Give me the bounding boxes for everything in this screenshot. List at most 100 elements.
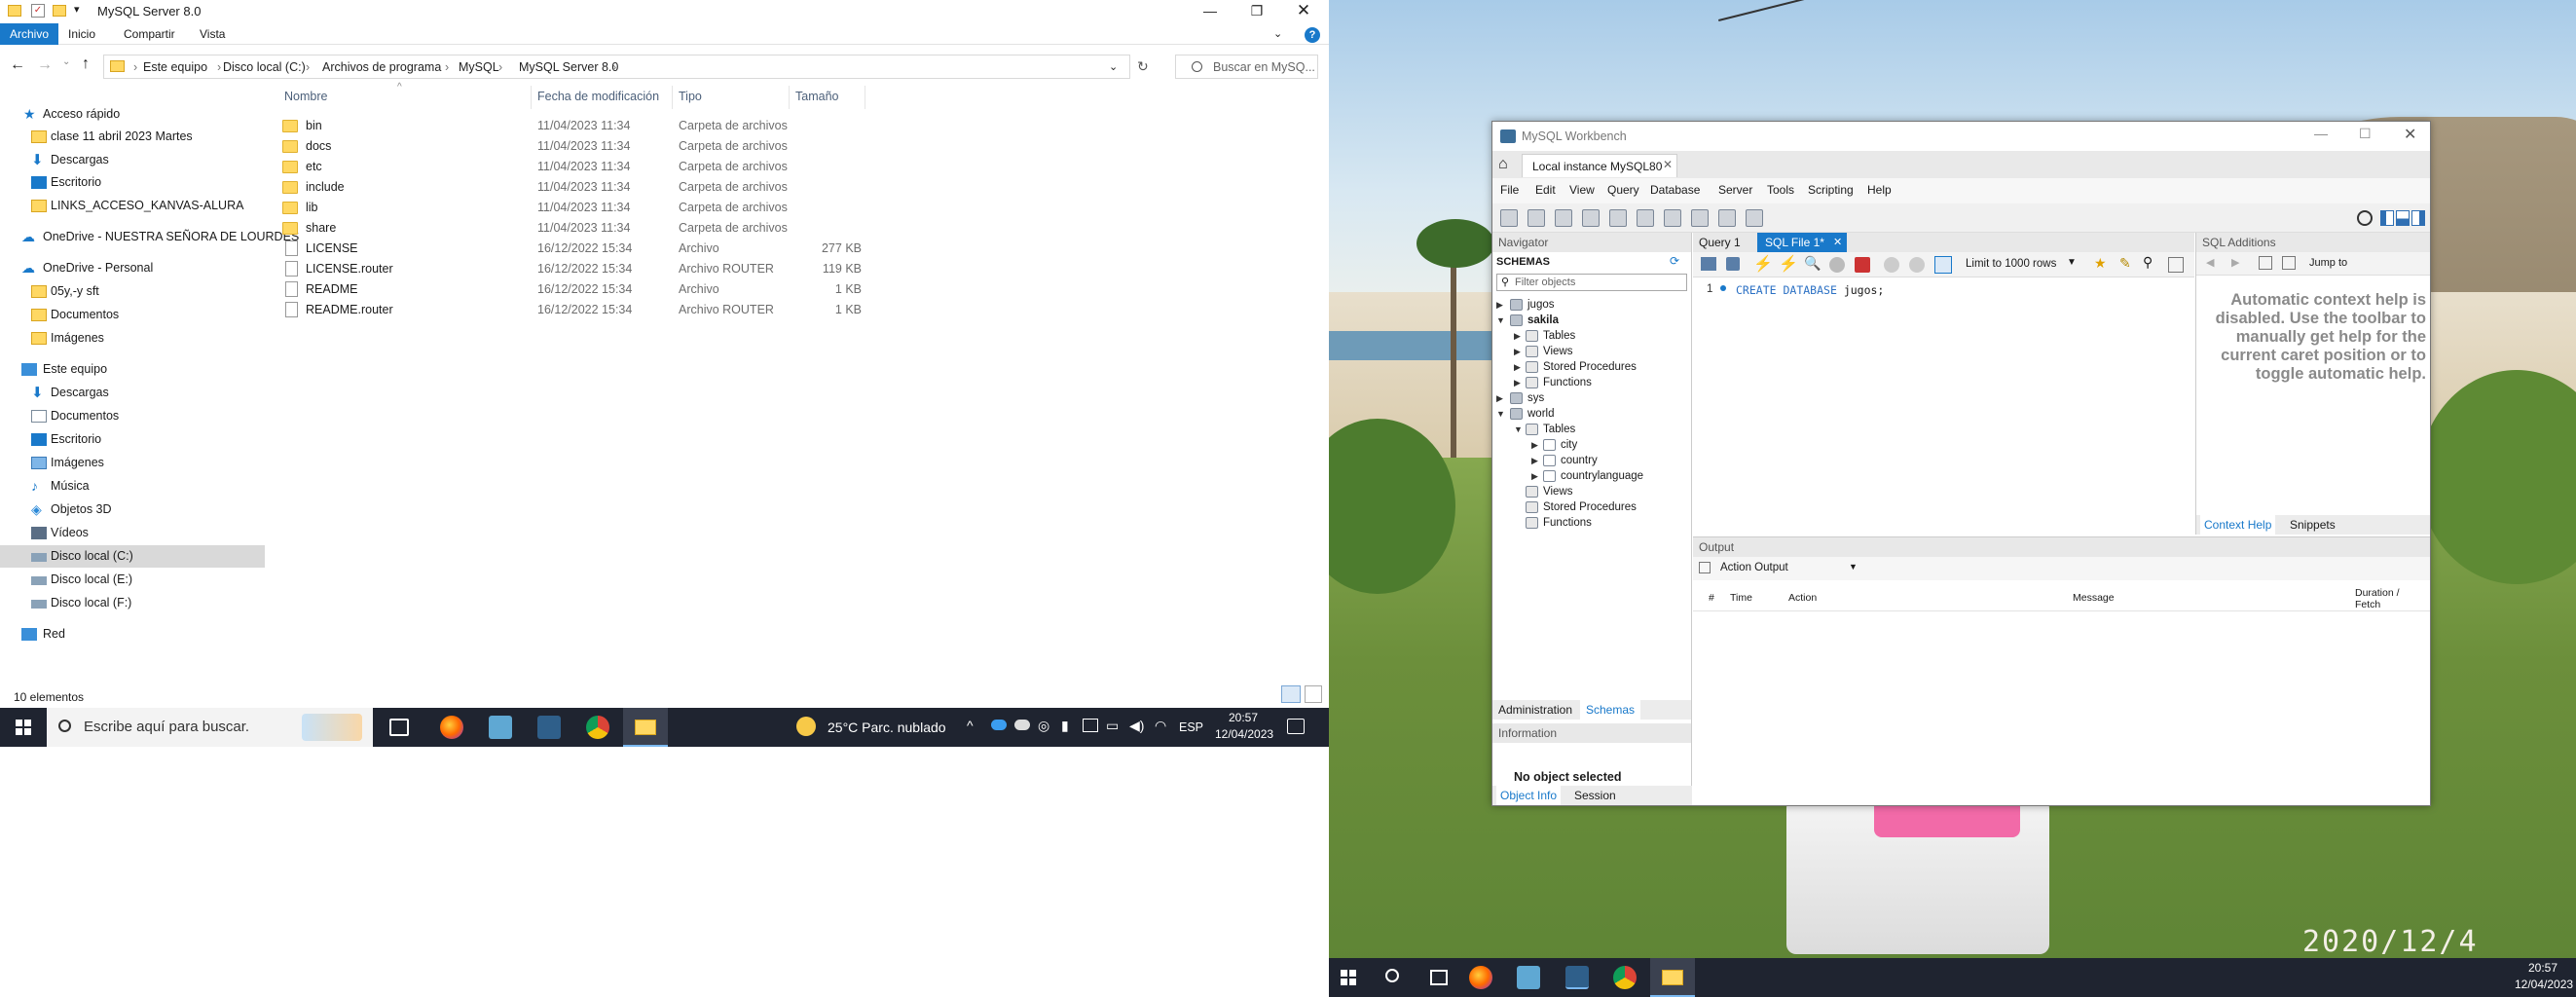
tab-inicio[interactable]: Inicio [58, 23, 105, 45]
nav-onedrive-personal[interactable]: ☁ OneDrive - Personal [0, 257, 265, 279]
breadcrumb-mysql-server[interactable]: MySQL Server 8.0 [519, 60, 618, 74]
home-icon[interactable]: ⌂ [1498, 156, 1508, 173]
close-button[interactable]: ✕ [1281, 0, 1326, 21]
file-explorer-taskbar-button[interactable] [1650, 958, 1695, 997]
expand-arrow-icon[interactable]: ▶ [1531, 453, 1538, 468]
nav-escritorio[interactable]: Escritorio [0, 428, 265, 451]
security-icon[interactable] [1083, 719, 1098, 732]
file-row[interactable]: README 16/12/2022 15:34 Archivo 1 KB [282, 279, 866, 300]
menu-database[interactable]: Database [1650, 183, 1700, 197]
stop-icon[interactable] [1829, 257, 1845, 273]
reconnect-icon[interactable] [1746, 209, 1763, 227]
create-table-icon[interactable] [1609, 209, 1627, 227]
breadcrumb-mysql[interactable]: MySQL [459, 60, 499, 74]
file-row[interactable]: include 11/04/2023 11:34 Carpeta de archiv… [282, 177, 866, 198]
file-explorer-taskbar-button[interactable] [623, 708, 668, 747]
collapse-arrow-icon[interactable]: ▼ [1496, 406, 1505, 422]
tab-local-instance[interactable]: Local instance MySQL80 ✕ [1522, 154, 1677, 177]
column-header-name[interactable]: Nombre [284, 90, 327, 103]
nav-documentos[interactable]: Documentos [0, 405, 265, 427]
expand-arrow-icon[interactable]: ▶ [1514, 375, 1521, 390]
close-tab-icon[interactable]: ✕ [1663, 158, 1673, 171]
file-row[interactable]: LICENSE.router 16/12/2022 15:34 Archivo RO… [282, 259, 866, 279]
file-row[interactable]: bin 11/04/2023 11:34 Carpeta de archivos [282, 116, 866, 136]
file-row[interactable]: etc 11/04/2023 11:34 Carpeta de archivos [282, 157, 866, 177]
create-procedure-icon[interactable] [1664, 209, 1681, 227]
expand-arrow-icon[interactable]: ▶ [1514, 344, 1521, 359]
file-row[interactable]: LICENSE 16/12/2022 15:34 Archivo 277 KB [282, 239, 866, 259]
tray-expand-icon[interactable]: ^ [967, 718, 974, 733]
breadcrumb-archivos-de-programa[interactable]: Archivos de programa [322, 60, 441, 74]
file-row[interactable]: docs 11/04/2023 11:34 Carpeta de archivos [282, 136, 866, 157]
add-snippet-icon[interactable]: ★ [2094, 255, 2107, 272]
firefox-icon[interactable] [1469, 966, 1492, 989]
toggle-sidebar-icon[interactable] [2380, 210, 2394, 226]
manual-help-icon[interactable] [2259, 256, 2272, 270]
notifications-icon[interactable] [1287, 719, 1305, 734]
toggle-error-icon[interactable] [1855, 257, 1870, 273]
tab-context-help[interactable]: Context Help [2200, 515, 2276, 535]
quick-access-dropdown-icon[interactable]: ▾ [74, 3, 80, 16]
column-divider[interactable] [789, 86, 790, 109]
expand-arrow-icon[interactable]: ▶ [1496, 297, 1503, 313]
column-divider[interactable] [531, 86, 532, 109]
settings-gear-icon[interactable] [2357, 210, 2373, 226]
col-time[interactable]: Time [1730, 592, 1752, 604]
maximize-button[interactable]: ☐ [2359, 126, 2372, 142]
menu-help[interactable]: Help [1867, 183, 1892, 197]
clock-time[interactable]: 20:57 [1229, 711, 1258, 724]
collapse-arrow-icon[interactable]: ▼ [1514, 422, 1523, 437]
nav-onedrive-lourdes[interactable]: ☁ OneDrive - NUESTRA SEÑORA DE LOURDES [0, 226, 299, 248]
beautify-icon[interactable]: ✎ [2119, 255, 2131, 272]
up-icon[interactable]: ↑ [82, 55, 90, 73]
notes-app-icon[interactable] [1517, 966, 1540, 989]
firefox-icon[interactable] [440, 716, 463, 739]
nav-objetos-3d[interactable]: ◈ Objetos 3D [0, 498, 265, 521]
filter-objects-input[interactable]: ⚲ Filter objects [1496, 274, 1687, 291]
notes-app-icon[interactable] [489, 716, 512, 739]
toggle-secondary-sidebar-icon[interactable] [2411, 210, 2425, 226]
nav-imagenes[interactable]: Imágenes [0, 452, 265, 474]
volume-icon[interactable]: ◀) [1129, 718, 1144, 734]
tab-object-info[interactable]: Object Info [1496, 786, 1562, 805]
nav-videos[interactable]: Vídeos [0, 522, 265, 544]
nav-disco-f[interactable]: Disco local (F:) [0, 592, 265, 614]
clock-date[interactable]: 12/04/2023 [1215, 727, 1273, 741]
nav-links-kanvas[interactable]: LINKS_ACCESO_KANVAS-ALURA [0, 195, 265, 217]
toggle-output-icon[interactable] [2396, 210, 2410, 226]
inspector-icon[interactable] [1555, 209, 1572, 227]
mysql-workbench-taskbar-icon[interactable] [537, 716, 561, 739]
autocommit-icon[interactable] [1934, 256, 1952, 274]
nav-05y-sft[interactable]: 05y,-y sft [0, 280, 265, 303]
cloud-icon[interactable] [1014, 720, 1030, 730]
chevron-right-icon[interactable]: › [133, 60, 137, 74]
search-icon[interactable] [1385, 969, 1399, 982]
maximize-button[interactable]: ❐ [1234, 0, 1279, 21]
menu-query[interactable]: Query [1607, 183, 1639, 197]
chevron-right-icon[interactable]: › [498, 60, 502, 74]
output-copy-icon[interactable] [1699, 562, 1711, 573]
tab-archivo[interactable]: Archivo [0, 23, 59, 45]
breadcrumb-este-equipo[interactable]: Este equipo [143, 60, 207, 74]
explain-icon[interactable]: 🔍 [1804, 255, 1821, 272]
nav-descargas-quick[interactable]: ⬇ Descargas [0, 149, 265, 171]
back-icon[interactable]: ◀ [2206, 256, 2214, 269]
menu-view[interactable]: View [1569, 183, 1595, 197]
find-icon[interactable]: ⚲ [2143, 254, 2153, 271]
minimize-button[interactable]: — [1188, 0, 1233, 21]
clock-date[interactable]: 12/04/2023 [2515, 978, 2573, 991]
nav-musica[interactable]: ♪ Música [0, 475, 265, 498]
mysql-workbench-taskbar-icon[interactable] [1565, 966, 1589, 989]
column-header-type[interactable]: Tipo [679, 90, 702, 103]
windows-start-icon[interactable] [16, 720, 31, 735]
nav-imagenes-onedrive[interactable]: Imágenes [0, 327, 265, 350]
expand-arrow-icon[interactable]: ▶ [1531, 468, 1538, 484]
auto-help-icon[interactable] [2282, 256, 2296, 270]
open-file-icon[interactable] [1701, 257, 1716, 271]
expand-arrow-icon[interactable]: ▶ [1514, 328, 1521, 344]
chevron-right-icon[interactable]: › [445, 60, 449, 74]
nav-descargas[interactable]: ⬇ Descargas [0, 382, 265, 404]
new-folder-icon[interactable] [53, 5, 66, 17]
menu-server[interactable]: Server [1718, 183, 1752, 197]
details-view-icon[interactable] [1281, 685, 1301, 703]
